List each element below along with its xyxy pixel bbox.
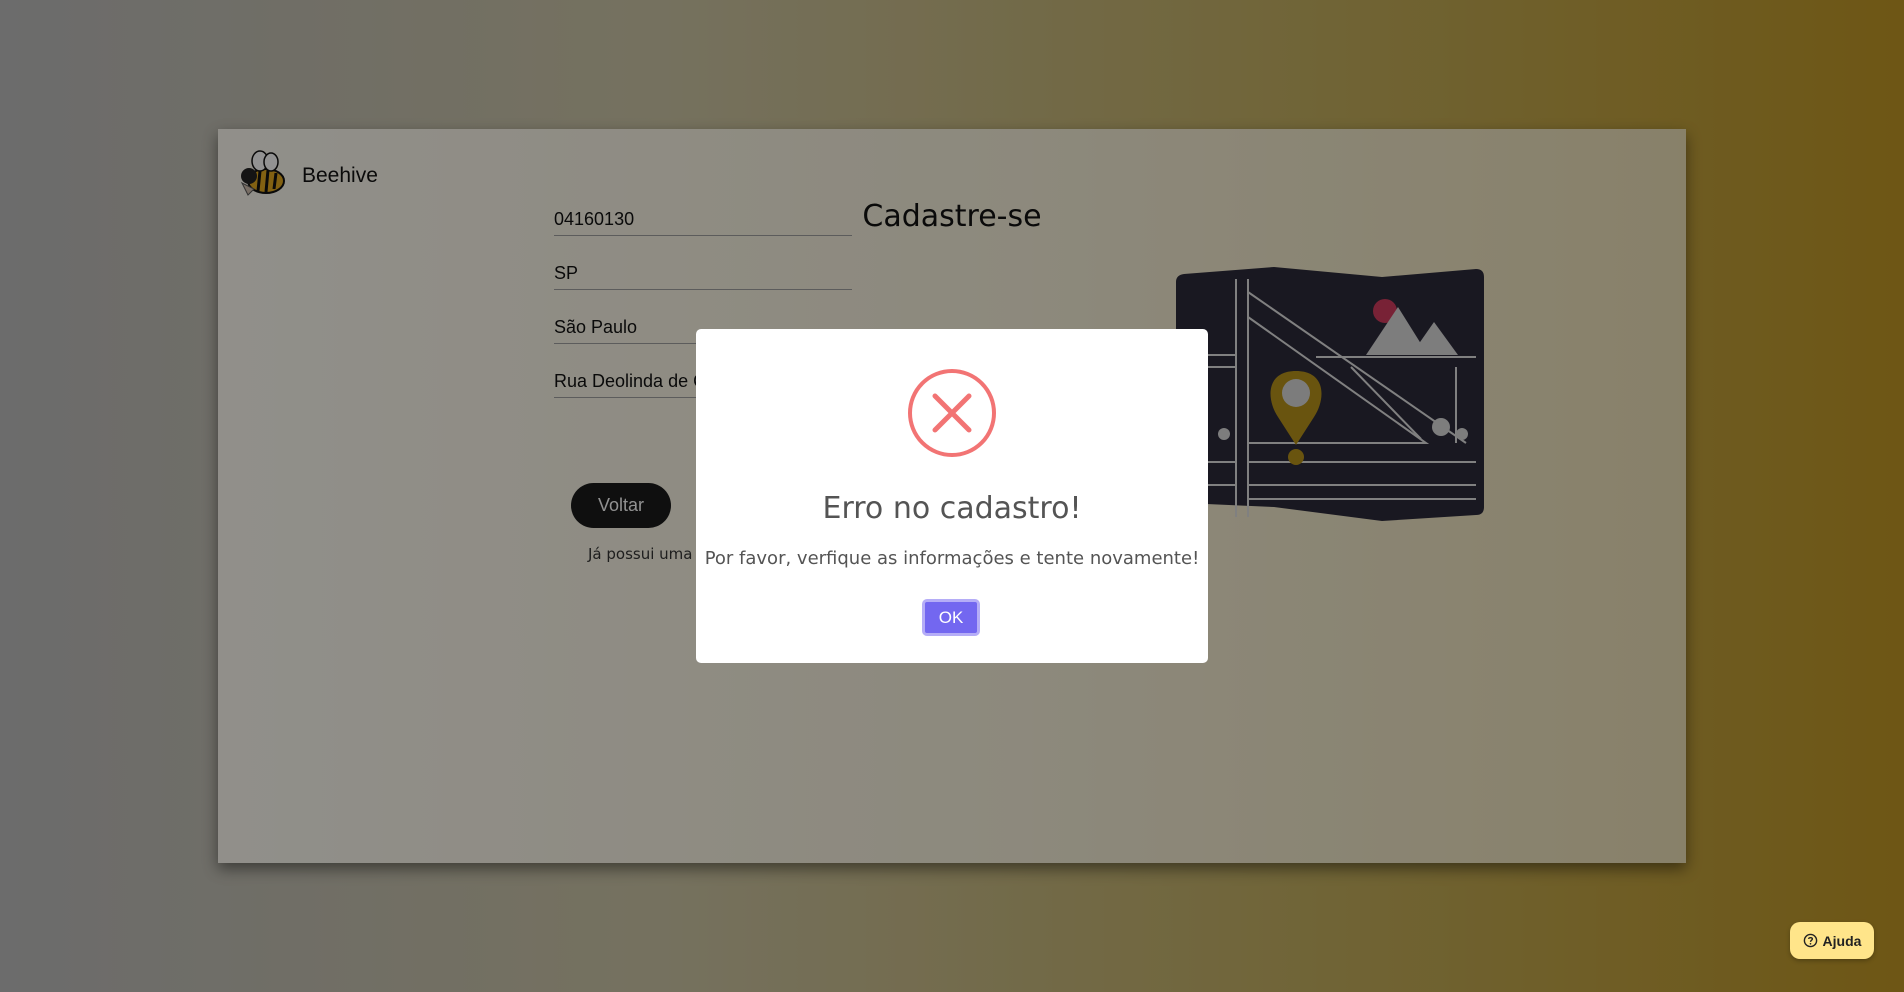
ok-button[interactable]: OK xyxy=(922,599,980,636)
help-button[interactable]: Ajuda xyxy=(1790,922,1874,959)
error-dialog: Erro no cadastro! Por favor, verfique as… xyxy=(696,329,1208,663)
help-question-icon xyxy=(1803,933,1817,948)
dialog-message: Por favor, verfique as informações e ten… xyxy=(704,548,1200,569)
dialog-title: Erro no cadastro! xyxy=(822,491,1082,526)
help-label: Ajuda xyxy=(1822,932,1862,949)
error-x-icon xyxy=(908,369,996,457)
